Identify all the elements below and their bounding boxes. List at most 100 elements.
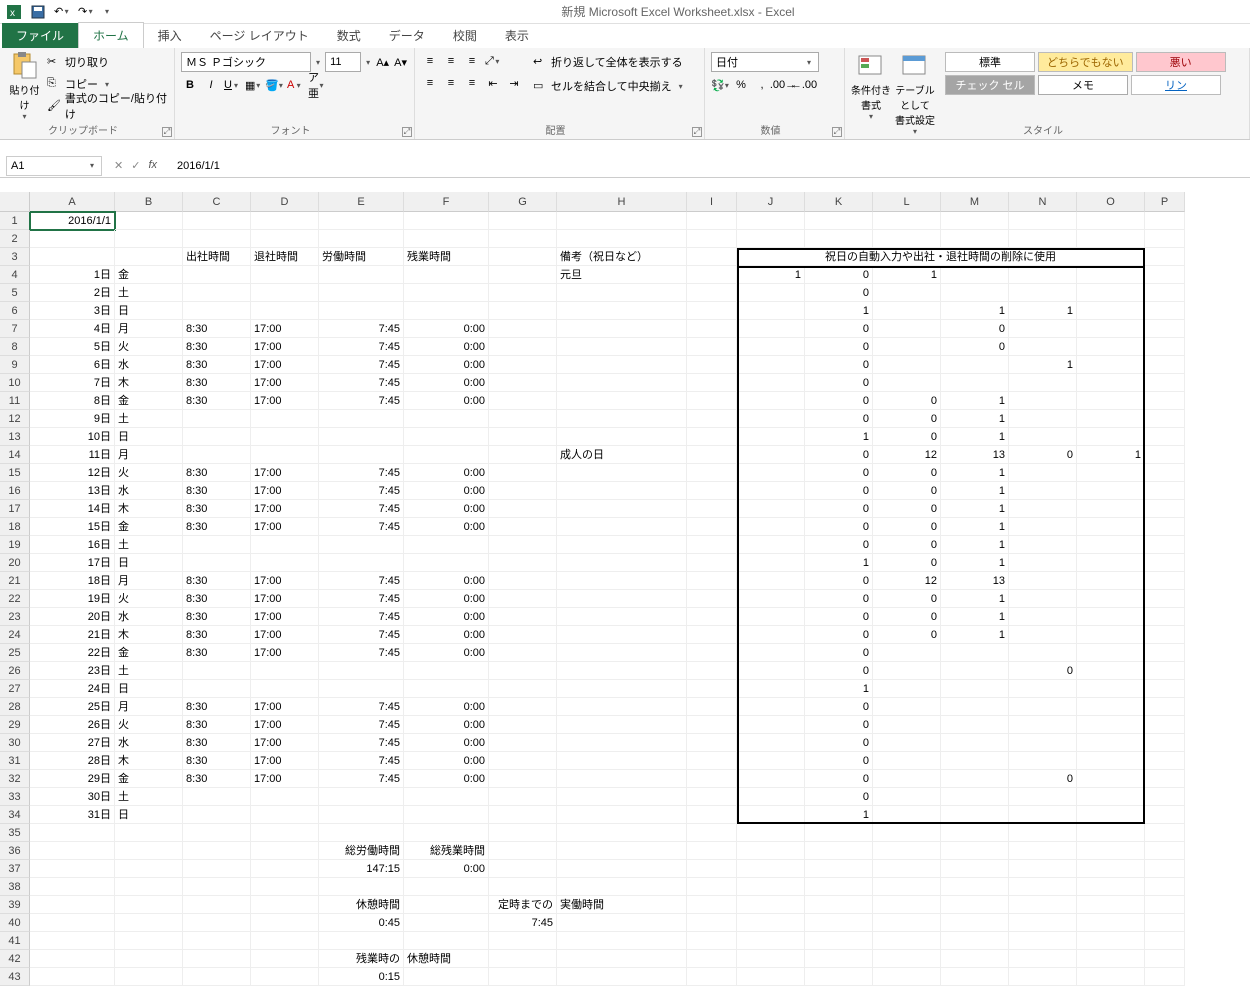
cell-B7[interactable]: 月	[115, 320, 183, 338]
cell-G37[interactable]	[489, 860, 557, 878]
cell-B21[interactable]: 月	[115, 572, 183, 590]
increase-indent-icon[interactable]: ⇥	[505, 74, 523, 92]
cell-N35[interactable]	[1009, 824, 1077, 842]
tab-file[interactable]: ファイル	[2, 23, 78, 48]
cell-N36[interactable]	[1009, 842, 1077, 860]
cell-E23[interactable]: 7:45	[319, 608, 404, 626]
cell-A25[interactable]: 22日	[30, 644, 115, 662]
cell-N2[interactable]	[1009, 230, 1077, 248]
cell-D21[interactable]: 17:00	[251, 572, 319, 590]
cell-H26[interactable]	[557, 662, 687, 680]
cell-I8[interactable]	[687, 338, 737, 356]
cell-E31[interactable]: 7:45	[319, 752, 404, 770]
cell-F1[interactable]	[404, 212, 489, 230]
row-header-11[interactable]: 11	[0, 392, 30, 410]
cell-N32[interactable]: 0	[1009, 770, 1077, 788]
cell-E17[interactable]: 7:45	[319, 500, 404, 518]
cell-A12[interactable]: 9日	[30, 410, 115, 428]
cell-P25[interactable]	[1145, 644, 1185, 662]
style-neither[interactable]: どちらでもない	[1038, 52, 1133, 72]
cell-H21[interactable]	[557, 572, 687, 590]
cell-A8[interactable]: 5日	[30, 338, 115, 356]
cell-M40[interactable]	[941, 914, 1009, 932]
cell-D24[interactable]: 17:00	[251, 626, 319, 644]
cell-M18[interactable]: 1	[941, 518, 1009, 536]
cell-C40[interactable]	[183, 914, 251, 932]
row-header-39[interactable]: 39	[0, 896, 30, 914]
cell-K6[interactable]: 1	[805, 302, 873, 320]
clipboard-dialog-launcher[interactable]: ⤢	[162, 127, 172, 137]
cell-B20[interactable]: 日	[115, 554, 183, 572]
cell-E40[interactable]: 0:45	[319, 914, 404, 932]
cell-H2[interactable]	[557, 230, 687, 248]
cell-K7[interactable]: 0	[805, 320, 873, 338]
cell-G13[interactable]	[489, 428, 557, 446]
cell-K1[interactable]	[805, 212, 873, 230]
cell-D23[interactable]: 17:00	[251, 608, 319, 626]
row-header-8[interactable]: 8	[0, 338, 30, 356]
cell-F15[interactable]: 0:00	[404, 464, 489, 482]
cell-I18[interactable]	[687, 518, 737, 536]
cell-G9[interactable]	[489, 356, 557, 374]
cell-M37[interactable]	[941, 860, 1009, 878]
cell-B9[interactable]: 水	[115, 356, 183, 374]
cell-G2[interactable]	[489, 230, 557, 248]
cell-G30[interactable]	[489, 734, 557, 752]
cell-L24[interactable]: 0	[873, 626, 941, 644]
cell-B24[interactable]: 木	[115, 626, 183, 644]
cell-G17[interactable]	[489, 500, 557, 518]
cell-O26[interactable]	[1077, 662, 1145, 680]
cell-O14[interactable]: 1	[1077, 446, 1145, 464]
cell-O25[interactable]	[1077, 644, 1145, 662]
cell-O17[interactable]	[1077, 500, 1145, 518]
cell-N8[interactable]	[1009, 338, 1077, 356]
cell-I7[interactable]	[687, 320, 737, 338]
cell-J8[interactable]	[737, 338, 805, 356]
cell-O5[interactable]	[1077, 284, 1145, 302]
cell-E20[interactable]	[319, 554, 404, 572]
cell-G18[interactable]	[489, 518, 557, 536]
cell-N14[interactable]: 0	[1009, 446, 1077, 464]
cell-C18[interactable]: 8:30	[183, 518, 251, 536]
cell-C6[interactable]	[183, 302, 251, 320]
cell-K4[interactable]: 0	[805, 266, 873, 284]
cell-L36[interactable]	[873, 842, 941, 860]
cell-K13[interactable]: 1	[805, 428, 873, 446]
cell-B15[interactable]: 火	[115, 464, 183, 482]
cell-I17[interactable]	[687, 500, 737, 518]
cell-H11[interactable]	[557, 392, 687, 410]
cell-L39[interactable]	[873, 896, 941, 914]
row-header-38[interactable]: 38	[0, 878, 30, 896]
cell-L31[interactable]	[873, 752, 941, 770]
cell-N7[interactable]	[1009, 320, 1077, 338]
row-header-20[interactable]: 20	[0, 554, 30, 572]
cell-O37[interactable]	[1077, 860, 1145, 878]
row-header-2[interactable]: 2	[0, 230, 30, 248]
cell-L5[interactable]	[873, 284, 941, 302]
cell-P21[interactable]	[1145, 572, 1185, 590]
cell-C3[interactable]: 出社時間	[183, 248, 251, 266]
cell-H13[interactable]	[557, 428, 687, 446]
cell-J43[interactable]	[737, 968, 805, 986]
cell-P43[interactable]	[1145, 968, 1185, 986]
cell-P11[interactable]	[1145, 392, 1185, 410]
cell-C36[interactable]	[183, 842, 251, 860]
enter-icon[interactable]: ✓	[131, 159, 140, 172]
cell-L30[interactable]	[873, 734, 941, 752]
cell-P29[interactable]	[1145, 716, 1185, 734]
cell-E14[interactable]	[319, 446, 404, 464]
cell-O4[interactable]	[1077, 266, 1145, 284]
cell-H35[interactable]	[557, 824, 687, 842]
cell-B3[interactable]	[115, 248, 183, 266]
tab-data[interactable]: データ	[375, 23, 439, 48]
cell-A27[interactable]: 24日	[30, 680, 115, 698]
cell-C2[interactable]	[183, 230, 251, 248]
cell-A38[interactable]	[30, 878, 115, 896]
cell-H25[interactable]	[557, 644, 687, 662]
cell-F31[interactable]: 0:00	[404, 752, 489, 770]
cell-A14[interactable]: 11日	[30, 446, 115, 464]
merge-center-button[interactable]: ▭セルを結合して中央揃え▾	[533, 76, 686, 96]
cell-H17[interactable]	[557, 500, 687, 518]
cell-C27[interactable]	[183, 680, 251, 698]
cell-O1[interactable]	[1077, 212, 1145, 230]
